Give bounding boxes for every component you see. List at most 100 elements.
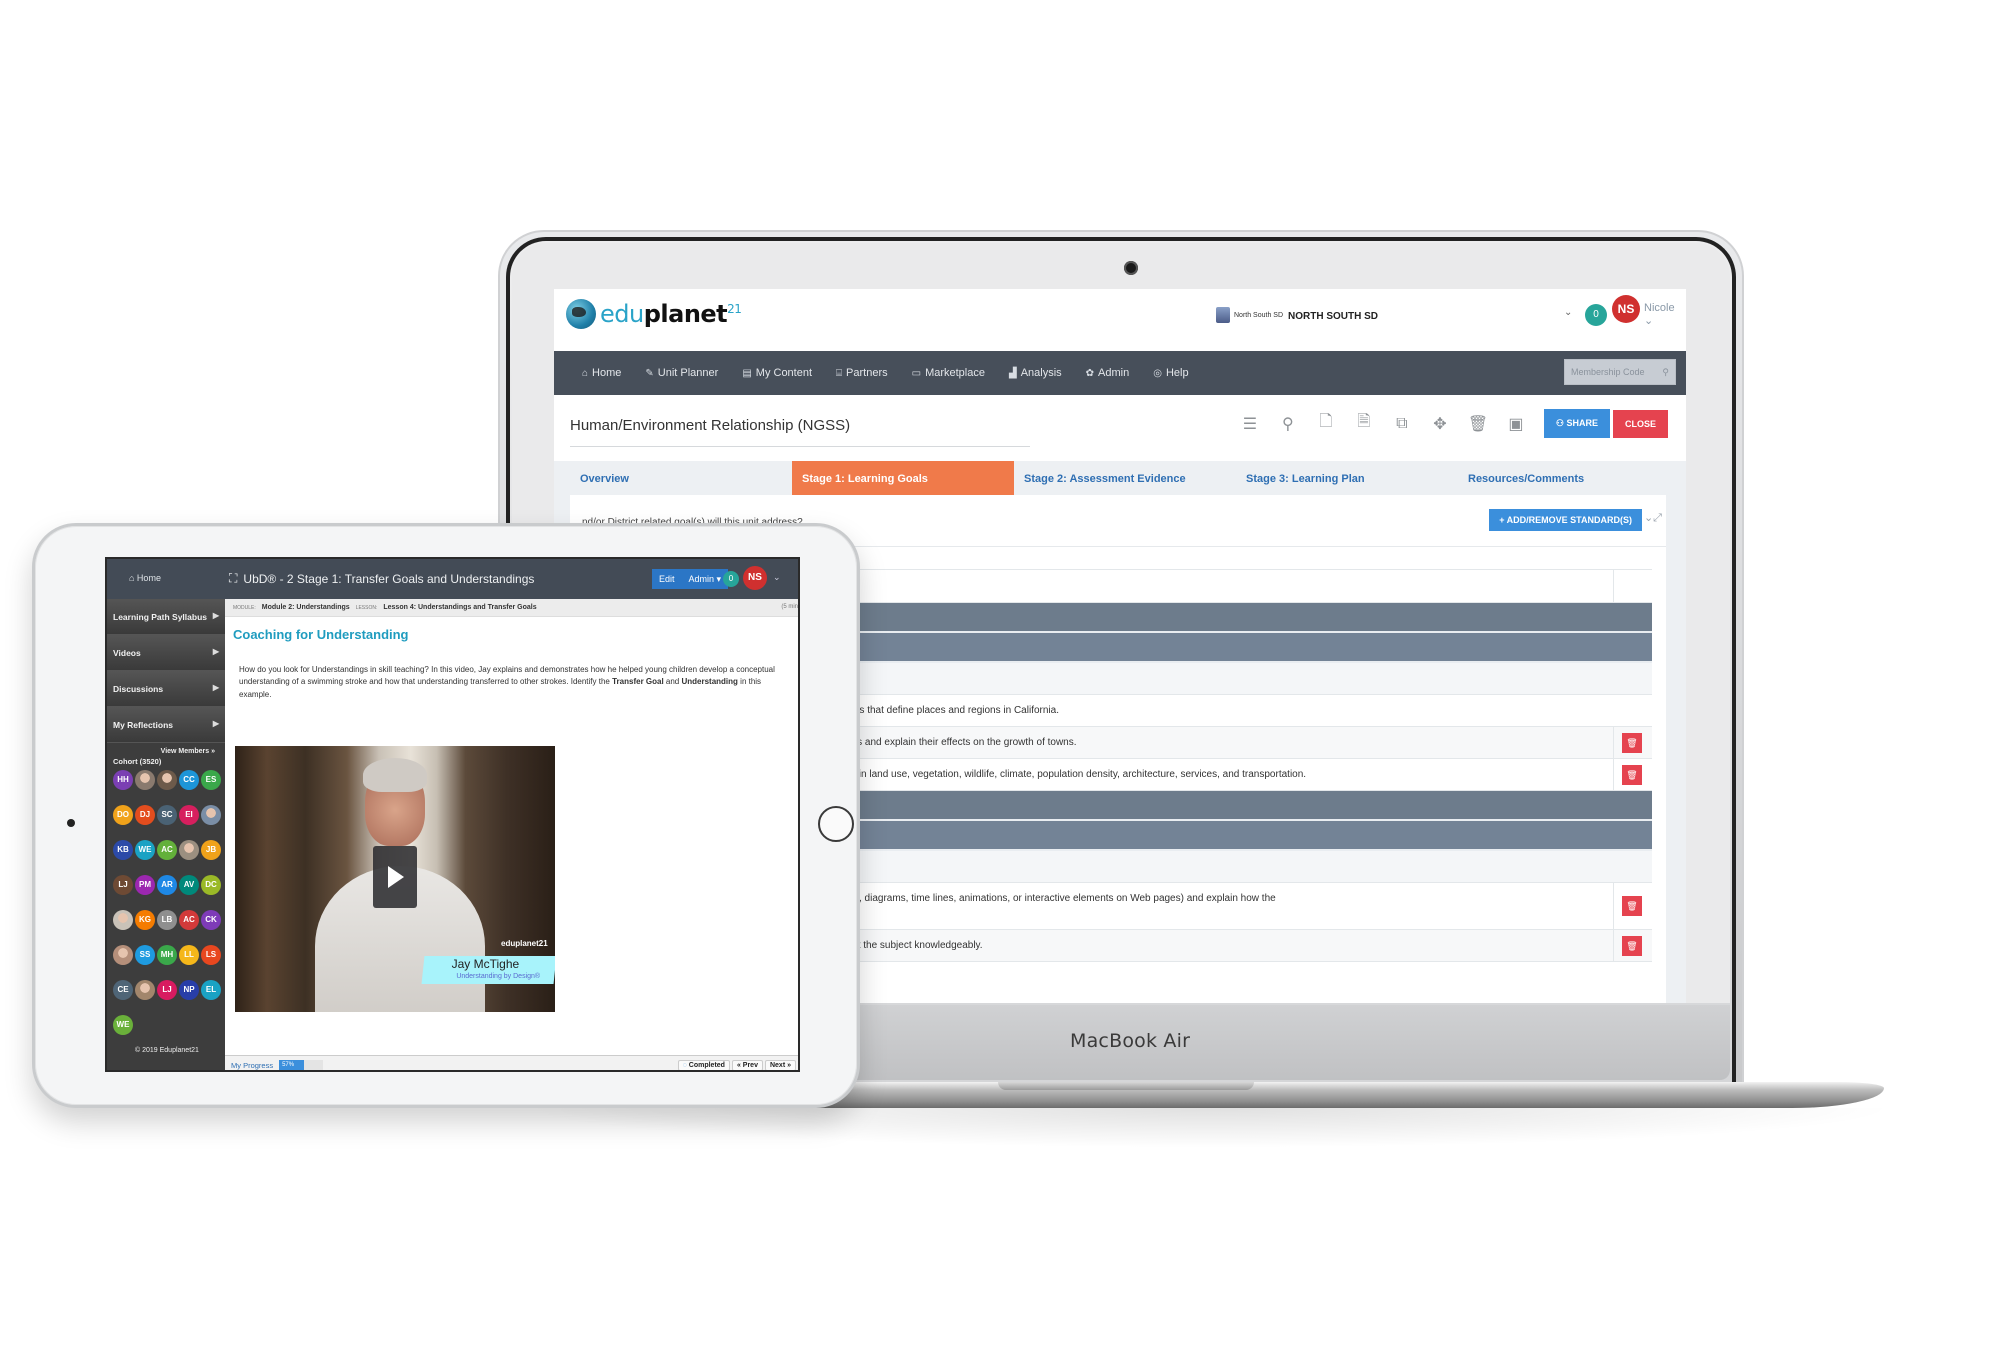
member-avatar[interactable]: CC (179, 770, 199, 790)
lesson-link[interactable]: Lesson 4: Understandings and Transfer Go… (383, 604, 536, 611)
member-avatar[interactable]: WE (135, 840, 155, 860)
nav-item-unit-planner[interactable]: ✎ Unit Planner (645, 367, 718, 379)
nav-item-admin[interactable]: ✿ Admin (1086, 367, 1130, 379)
move-icon[interactable]: ✥ (1430, 414, 1450, 434)
notification-badge[interactable]: 0 (1585, 304, 1607, 326)
edit-button[interactable]: Edit (652, 574, 682, 584)
chevron-down-icon: ⌄ (1644, 315, 1654, 327)
prev-button[interactable]: « Prev (731, 1059, 763, 1070)
member-avatar[interactable]: LJ (157, 980, 177, 1000)
delete-standard-button[interactable]: 🗑 (1622, 896, 1642, 916)
admin-dropdown[interactable]: Admin ▾ (682, 574, 729, 585)
member-avatar[interactable]: AR (157, 875, 177, 895)
add-remove-standards-button[interactable]: + ADD/REMOVE STANDARD(S) (1489, 509, 1642, 531)
menu-icon[interactable]: ☰ (1240, 414, 1260, 434)
next-button[interactable]: Next » (764, 1059, 796, 1070)
nav-item-home[interactable]: ⌂ Home (582, 367, 621, 379)
word-export-icon[interactable]: 🗋 (1316, 410, 1336, 437)
lesson-sidebar: Learning Path Syllabus ▶ Videos ▶ Discussion… (107, 599, 225, 1070)
member-avatar-photo[interactable] (201, 805, 221, 825)
view-members-link[interactable]: View Members » (107, 743, 225, 755)
chevron-down-icon[interactable]: ⌄ (773, 572, 781, 583)
copy-icon[interactable]: ⧉ (1392, 415, 1412, 433)
video-player[interactable]: eduplanet21 Jay McTighe Understanding by… (235, 746, 555, 1012)
member-avatar-photo[interactable] (179, 840, 199, 860)
member-avatar[interactable]: PM (135, 875, 155, 895)
user-name: Nicole (1644, 302, 1675, 314)
member-avatar[interactable]: MH (157, 945, 177, 965)
trash-icon[interactable]: 🗑 (1468, 414, 1488, 434)
unit-title[interactable]: Human/Environment Relationship (NGSS) (570, 417, 1030, 447)
completed-button[interactable]: ◌ Completed (677, 1059, 730, 1070)
sidebar-item-videos[interactable]: Videos ▶ (107, 635, 225, 671)
member-avatar[interactable]: LB (157, 910, 177, 930)
chevron-down-icon[interactable]: ⌄ (1564, 307, 1572, 318)
member-avatar[interactable]: CK (201, 910, 221, 930)
nav-item-my-content[interactable]: ▤ My Content (742, 367, 812, 379)
member-avatar[interactable]: SS (135, 945, 155, 965)
member-avatar[interactable]: DO (113, 805, 133, 825)
member-avatar[interactable]: AC (157, 840, 177, 860)
delete-standard-button[interactable]: 🗑 (1622, 732, 1642, 753)
nav-item-help[interactable]: ◎ Help (1153, 367, 1188, 379)
pin-icon[interactable]: ⚲ (1278, 414, 1298, 434)
member-avatar[interactable]: LL (179, 945, 199, 965)
home-link[interactable]: ⌂ Home (129, 573, 161, 583)
module-link[interactable]: Module 2: Understandings (262, 604, 350, 611)
sidebar-item-learning-path-syllabus[interactable]: Learning Path Syllabus ▶ (107, 599, 225, 635)
member-avatar[interactable]: EI (179, 805, 199, 825)
member-avatar[interactable]: HH (113, 770, 133, 790)
play-icon[interactable] (373, 846, 417, 908)
member-avatar-photo[interactable] (157, 770, 177, 790)
member-avatar[interactable]: JB (201, 840, 221, 860)
member-avatar[interactable]: LS (201, 945, 221, 965)
tab-stage-1-learning-goals[interactable]: Stage 1: Learning Goals (792, 461, 1014, 495)
member-avatar[interactable]: CE (113, 980, 133, 1000)
eduplanet-logo[interactable]: eduplanet21 (566, 299, 742, 329)
share-button[interactable]: ⚇ SHARE (1543, 409, 1610, 438)
archive-icon[interactable]: ▣ (1506, 414, 1526, 434)
sidebar-item-discussions[interactable]: Discussions ▶ (107, 671, 225, 707)
tab-resources-comments[interactable]: Resources/Comments (1458, 461, 1680, 495)
member-avatar-photo[interactable] (135, 770, 155, 790)
member-avatar[interactable]: ES (201, 770, 221, 790)
tab-stage-2-assessment-evidence[interactable]: Stage 2: Assessment Evidence (1014, 461, 1236, 495)
member-avatar[interactable]: NP (179, 980, 199, 1000)
tab-overview[interactable]: Overview (570, 461, 792, 495)
member-avatar[interactable]: KB (113, 840, 133, 860)
district-selector[interactable]: NORTH SOUTH SD (1288, 311, 1378, 322)
nav-item-label: Analysis (1020, 367, 1062, 379)
member-avatar-photo[interactable] (113, 910, 133, 930)
member-avatar-photo[interactable] (135, 980, 155, 1000)
member-avatar[interactable]: SC (157, 805, 177, 825)
user-avatar[interactable]: NS (743, 566, 767, 590)
member-avatar[interactable]: DC (201, 875, 221, 895)
member-avatar[interactable]: KG (135, 910, 155, 930)
delete-standard-button[interactable]: 🗑 (1622, 935, 1642, 956)
pdf-export-icon[interactable]: 🗎 (1354, 410, 1374, 437)
progress-fill: 57% (279, 1060, 305, 1070)
sidebar-item-my-reflections[interactable]: My Reflections ▶ (107, 707, 225, 743)
member-avatar[interactable]: WE (113, 1015, 133, 1035)
close-button[interactable]: CLOSE (1612, 409, 1668, 438)
user-avatar[interactable]: NS (1612, 295, 1640, 323)
member-avatar[interactable]: AC (179, 910, 199, 930)
member-avatar[interactable]: DJ (135, 805, 155, 825)
member-avatar[interactable]: AV (179, 875, 199, 895)
nav-item-analysis[interactable]: ▟ Analysis (1009, 367, 1062, 379)
nav-item-marketplace[interactable]: ▭ Marketplace (912, 367, 985, 379)
chevron-right-icon: ▶ (212, 647, 219, 656)
member-avatar[interactable]: EL (201, 980, 221, 1000)
member-avatar-photo[interactable] (113, 945, 133, 965)
delete-standard-button[interactable]: 🗑 (1622, 764, 1642, 785)
key-icon: ⚲ (1662, 367, 1669, 377)
tablet-home-button[interactable] (818, 806, 854, 842)
member-avatar[interactable]: LJ (113, 875, 133, 895)
notification-badge[interactable]: 0 (723, 571, 739, 587)
user-menu[interactable]: Nicole ⌄ (1644, 302, 1686, 327)
laptop-shadow (520, 1108, 1900, 1148)
membership-code-input[interactable]: Membership Code ⚲ (1564, 359, 1676, 385)
expand-icon[interactable]: ⌄⤢ (1644, 511, 1662, 525)
tab-stage-3-learning-plan[interactable]: Stage 3: Learning Plan (1236, 461, 1458, 495)
nav-item-partners[interactable]: ⌸ Partners (836, 367, 888, 379)
